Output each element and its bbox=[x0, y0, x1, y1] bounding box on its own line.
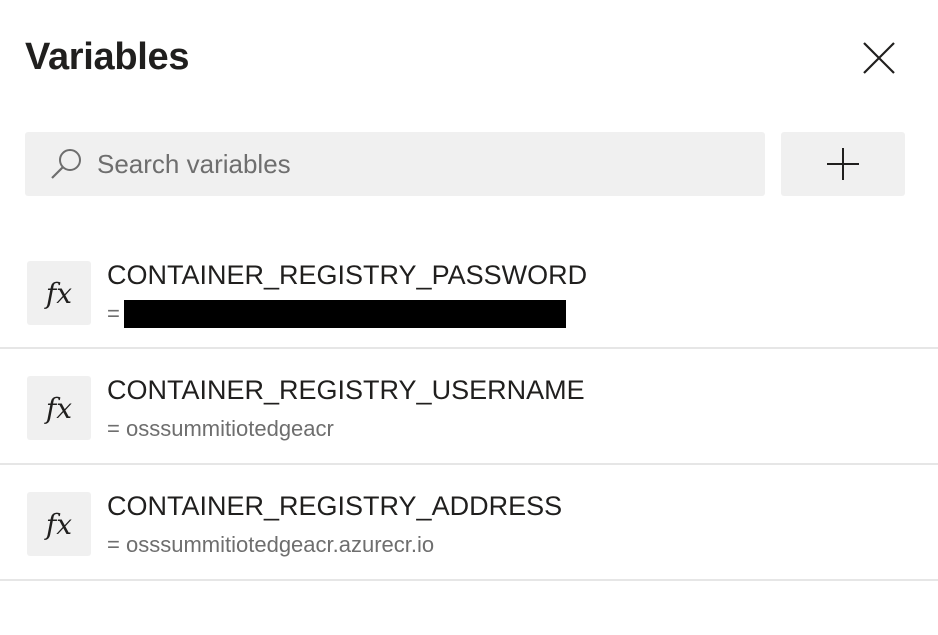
search-input[interactable] bbox=[97, 144, 697, 184]
value-prefix: = bbox=[107, 416, 120, 441]
variable-value: = osssummitiotedgeacr bbox=[107, 415, 334, 443]
fx-icon: fx bbox=[27, 261, 91, 325]
value-prefix: = bbox=[107, 532, 120, 557]
fx-icon: fx bbox=[27, 492, 91, 556]
variable-value: = osssummitiotedgeacr.azurecr.io bbox=[107, 531, 434, 559]
variable-row[interactable]: fx CONTAINER_REGISTRY_ADDRESS = osssummi… bbox=[0, 465, 938, 581]
value-text: osssummitiotedgeacr.azurecr.io bbox=[125, 532, 435, 557]
variable-row[interactable]: fx CONTAINER_REGISTRY_PASSWORD = bbox=[0, 234, 938, 349]
redacted-value-bar bbox=[123, 300, 566, 328]
variable-value: = bbox=[107, 300, 566, 328]
close-icon bbox=[863, 42, 895, 74]
variable-name: CONTAINER_REGISTRY_PASSWORD bbox=[107, 260, 588, 290]
value-text: osssummitiotedgeacr bbox=[125, 416, 334, 441]
variable-list: fx CONTAINER_REGISTRY_PASSWORD = fx CONT… bbox=[0, 234, 938, 581]
variable-name: CONTAINER_REGISTRY_USERNAME bbox=[107, 375, 585, 405]
variable-name: CONTAINER_REGISTRY_ADDRESS bbox=[107, 491, 563, 521]
variables-panel: Variables fx CONTAINER_REGISTRY_PASSWORD… bbox=[0, 0, 938, 635]
search-icon bbox=[49, 147, 83, 181]
close-button[interactable] bbox=[855, 34, 903, 82]
fx-icon: fx bbox=[27, 376, 91, 440]
plus-icon bbox=[827, 148, 859, 180]
search-box[interactable] bbox=[25, 132, 765, 196]
value-prefix: = bbox=[107, 301, 120, 326]
add-variable-button[interactable] bbox=[781, 132, 905, 196]
panel-title: Variables bbox=[25, 36, 190, 78]
variable-row[interactable]: fx CONTAINER_REGISTRY_USERNAME = osssumm… bbox=[0, 349, 938, 465]
